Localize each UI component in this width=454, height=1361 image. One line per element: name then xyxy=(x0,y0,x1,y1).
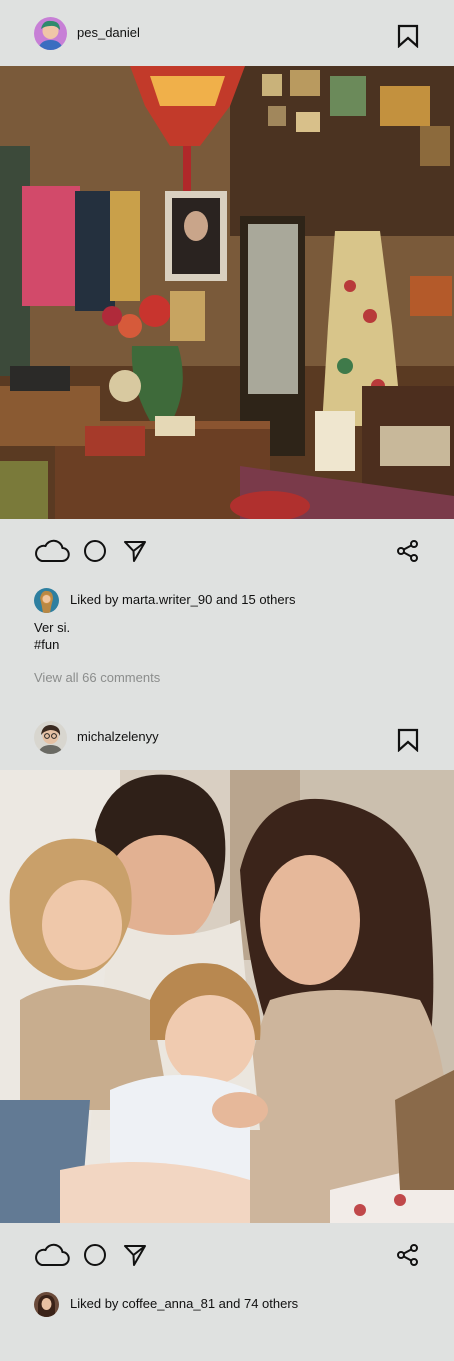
liker-avatar[interactable] xyxy=(34,1292,59,1317)
username[interactable]: pes_daniel xyxy=(77,24,140,42)
post-2: michalzelenyy Liked by coffee_anna_81 an… xyxy=(0,704,454,1323)
post-actions xyxy=(0,519,454,583)
post-image-vintage-shop[interactable] xyxy=(0,66,454,519)
user-avatar[interactable] xyxy=(34,17,67,50)
share-icon[interactable] xyxy=(396,539,420,563)
circle-comment-icon[interactable] xyxy=(83,1243,107,1267)
caption-text: Ver si. xyxy=(34,620,71,635)
liker-avatar[interactable] xyxy=(34,588,59,613)
bookmark-icon[interactable] xyxy=(397,24,419,48)
username[interactable]: michalzelenyy xyxy=(77,728,159,746)
post-header: pes_daniel xyxy=(0,0,454,66)
post-actions xyxy=(0,1223,454,1287)
share-icon[interactable] xyxy=(396,1243,420,1267)
post-header: michalzelenyy xyxy=(0,704,454,770)
likes-row: Liked by marta.writer_90 and 15 others xyxy=(0,583,454,619)
caption-hashtag[interactable]: #fun xyxy=(34,636,420,653)
post-image-family[interactable] xyxy=(0,770,454,1223)
view-comments-link[interactable]: View all 66 comments xyxy=(0,669,454,687)
paper-plane-icon[interactable] xyxy=(123,539,147,563)
user-avatar[interactable] xyxy=(34,721,67,754)
paper-plane-icon[interactable] xyxy=(123,1243,147,1267)
circle-comment-icon[interactable] xyxy=(83,539,107,563)
post-caption: Ver si. #fun xyxy=(0,619,454,653)
liked-by-text[interactable]: Liked by coffee_anna_81 and 74 others xyxy=(70,1295,298,1313)
liked-by-text[interactable]: Liked by marta.writer_90 and 15 others xyxy=(70,591,295,609)
cloud-like-icon[interactable] xyxy=(34,1243,70,1267)
likes-row: Liked by coffee_anna_81 and 74 others xyxy=(0,1287,454,1323)
bookmark-icon[interactable] xyxy=(397,728,419,752)
post-1: pes_daniel Liked by marta.writer_90 and … xyxy=(0,0,454,687)
cloud-like-icon[interactable] xyxy=(34,539,70,563)
